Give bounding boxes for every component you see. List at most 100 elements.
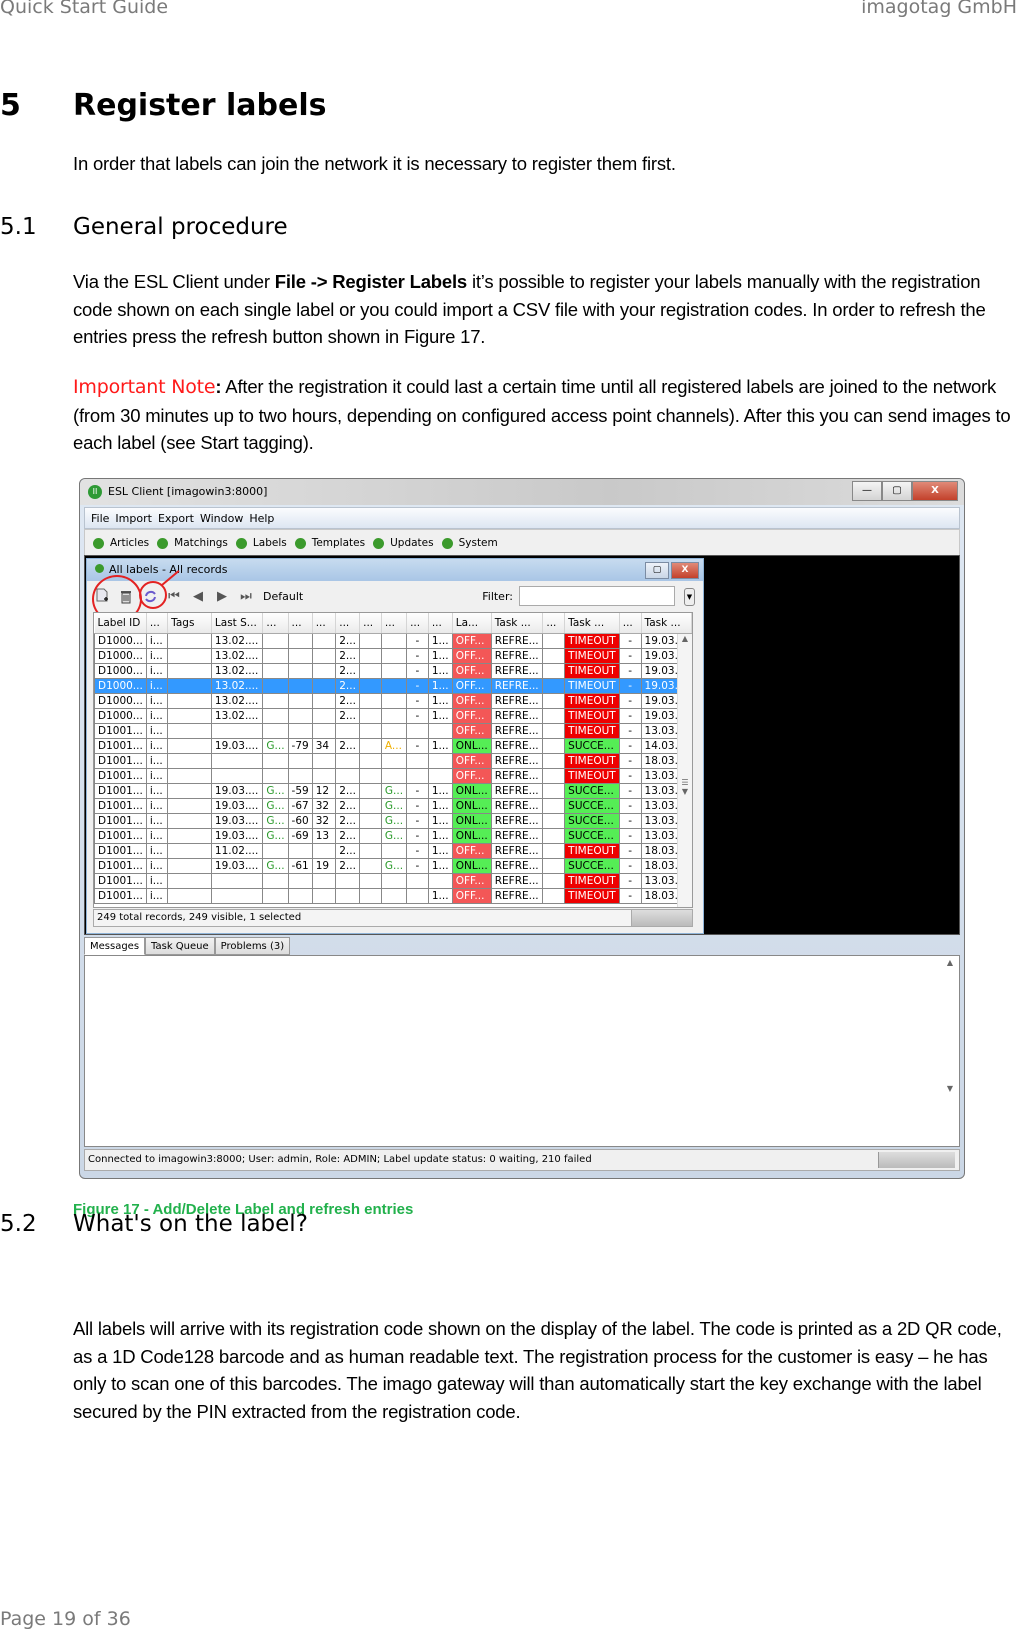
- table-scrollbar[interactable]: ▲ ☰ ▼: [677, 634, 692, 907]
- cell-id: D1000...: [94, 678, 147, 694]
- section-heading: 5 Register labels: [0, 88, 326, 123]
- cell-g: [262, 648, 289, 664]
- messages-scrollbar[interactable]: ▲ ▼: [943, 958, 957, 1144]
- tab-task-queue[interactable]: Task Queue: [145, 937, 215, 955]
- column-header[interactable]: ...: [312, 613, 337, 634]
- tab-messages[interactable]: Messages: [84, 937, 146, 955]
- column-header[interactable]: Label ID: [94, 613, 147, 634]
- inner-maximize-button[interactable]: ▢: [645, 562, 669, 579]
- first-record-icon[interactable]: ⏮: [165, 587, 183, 605]
- column-header[interactable]: La...: [452, 613, 492, 634]
- column-header[interactable]: Task ...: [564, 613, 620, 634]
- nav-templates[interactable]: Templates: [294, 537, 365, 549]
- cell-c16: -: [618, 708, 642, 724]
- cell-c1: i...: [145, 753, 169, 769]
- cell-c7: [335, 723, 361, 739]
- column-header[interactable]: Task ...: [641, 613, 692, 634]
- table-row[interactable]: D1001... i... OFF... REFRE... TIMEOUT -18.03.…: [94, 753, 692, 769]
- cell-c14: [542, 723, 566, 739]
- next-record-icon[interactable]: ▶: [213, 587, 231, 605]
- inner-title-bar: All labels - All records ▢ X: [87, 559, 703, 581]
- column-header[interactable]: ...: [359, 613, 382, 634]
- inner-close-button[interactable]: X: [671, 562, 699, 579]
- add-label-icon[interactable]: [93, 587, 111, 605]
- cell-c14: [542, 633, 566, 649]
- nav-labels[interactable]: Labels: [235, 537, 287, 549]
- close-button[interactable]: X: [912, 481, 958, 501]
- table-row[interactable]: D1001... i... 19.03.... G... -61 19 2... G... -1…: [94, 858, 692, 874]
- cell-tags: [167, 753, 212, 769]
- table-row[interactable]: D1000... i... 13.02.... 2... -1... OFF... REFR…: [94, 678, 692, 694]
- cell-c10: -: [406, 693, 429, 709]
- column-header[interactable]: Tags: [167, 613, 212, 634]
- cell-task1: REFRE...: [490, 678, 544, 694]
- menu-window[interactable]: Window: [200, 512, 243, 525]
- menu-import[interactable]: Import: [115, 512, 152, 525]
- table-row[interactable]: D1001... i... 19.03.... G... -60 32 2... G... -1…: [94, 813, 692, 829]
- table-row[interactable]: D1000... i... 13.02.... 2... -1... OFF... REFR…: [94, 708, 692, 724]
- table-row[interactable]: D1000... i... 13.02.... 2... -1... OFF... REFR…: [94, 648, 692, 664]
- menu-help[interactable]: Help: [249, 512, 274, 525]
- table-row[interactable]: D1001... i... 11.02.... 2... -1... OFF... REFR…: [94, 843, 692, 859]
- column-header[interactable]: ...: [619, 613, 642, 634]
- cell-g: [262, 768, 289, 784]
- cell-task2: TIMEOUT: [564, 768, 620, 784]
- delete-icon[interactable]: [117, 587, 135, 605]
- cell-task1: REFRE...: [490, 843, 544, 859]
- nav-system[interactable]: System: [441, 537, 498, 549]
- previous-record-icon[interactable]: ◀: [189, 587, 207, 605]
- cell-c9: [380, 708, 408, 724]
- table-row[interactable]: D1001... i... OFF... REFRE... TIMEOUT -13.03.…: [94, 873, 692, 889]
- tab-problems[interactable]: Problems (3): [214, 937, 291, 955]
- view-selector[interactable]: Default: [263, 590, 303, 603]
- column-header[interactable]: Last S...: [211, 613, 264, 634]
- cell-c16: -: [618, 858, 642, 874]
- column-header[interactable]: ...: [406, 613, 429, 634]
- table-row[interactable]: D1001... i... 19.03.... G... -59 12 2... G... -1…: [94, 783, 692, 799]
- cell-g: G...: [262, 858, 289, 874]
- nav-label: Articles: [110, 537, 150, 549]
- column-header[interactable]: Task ...: [491, 613, 544, 634]
- column-header[interactable]: ...: [428, 613, 453, 634]
- cell-c11: 1...: [427, 798, 453, 814]
- column-header[interactable]: ...: [262, 613, 289, 634]
- table-row[interactable]: D1001... i... OFF... REFRE... TIMEOUT -13.03.…: [94, 723, 692, 739]
- table-row[interactable]: D1000... i... 13.02.... 2... -1... OFF... REFR…: [94, 633, 692, 649]
- table-row[interactable]: D1001... i... 19.03.... G... -79 34 2... A... -1…: [94, 738, 692, 754]
- column-header[interactable]: ...: [288, 613, 313, 634]
- refresh-icon[interactable]: [141, 587, 159, 605]
- table-row[interactable]: D1001... i... OFF... REFRE... TIMEOUT -13.03.…: [94, 768, 692, 784]
- menu-file[interactable]: File: [91, 512, 109, 525]
- table-row[interactable]: D1000... i... 13.02.... 2... -1... OFF... REFR…: [94, 663, 692, 679]
- status-dot-icon: [95, 564, 104, 573]
- column-header[interactable]: ...: [146, 613, 169, 634]
- column-header[interactable]: ...: [542, 613, 566, 634]
- table-row[interactable]: D1001... i... 19.03.... G... -67 32 2... G... -1…: [94, 798, 692, 814]
- cell-c11: 1...: [427, 633, 453, 649]
- cell-tags: [167, 723, 212, 739]
- nav-updates[interactable]: Updates: [373, 537, 434, 549]
- column-header[interactable]: ...: [381, 613, 408, 634]
- last-record-icon[interactable]: ⏭: [237, 587, 255, 605]
- filter-input[interactable]: [519, 586, 675, 606]
- cell-last: 13.02....: [210, 633, 264, 649]
- cell-id: D1001...: [94, 888, 147, 904]
- cell-lqi: [311, 648, 337, 664]
- filter-dropdown-icon[interactable]: ▼: [684, 588, 695, 606]
- nav-matchings[interactable]: Matchings: [157, 537, 228, 549]
- cell-task1: REFRE...: [490, 633, 544, 649]
- menu-export[interactable]: Export: [158, 512, 194, 525]
- minimize-button[interactable]: —: [852, 481, 882, 501]
- maximize-button[interactable]: ▢: [882, 481, 912, 501]
- nav-articles[interactable]: Articles: [93, 537, 149, 549]
- column-header[interactable]: ...: [335, 613, 361, 634]
- cell-c8: [359, 753, 382, 769]
- table-row[interactable]: D1000... i... 13.02.... 2... -1... OFF... REFR…: [94, 693, 692, 709]
- cell-la: OFF...: [451, 693, 492, 709]
- cell-lqi: [311, 693, 337, 709]
- cell-c11: [427, 723, 453, 739]
- table-row[interactable]: D1001... i... 19.03.... G... -69 13 2... G... -1…: [94, 828, 692, 844]
- cell-task2: TIMEOUT: [564, 648, 620, 664]
- table-row[interactable]: D1001... i... 1... OFF... REFRE... TIMEOUT -18…: [94, 888, 692, 904]
- subsection-number: 5.2: [0, 1211, 37, 1237]
